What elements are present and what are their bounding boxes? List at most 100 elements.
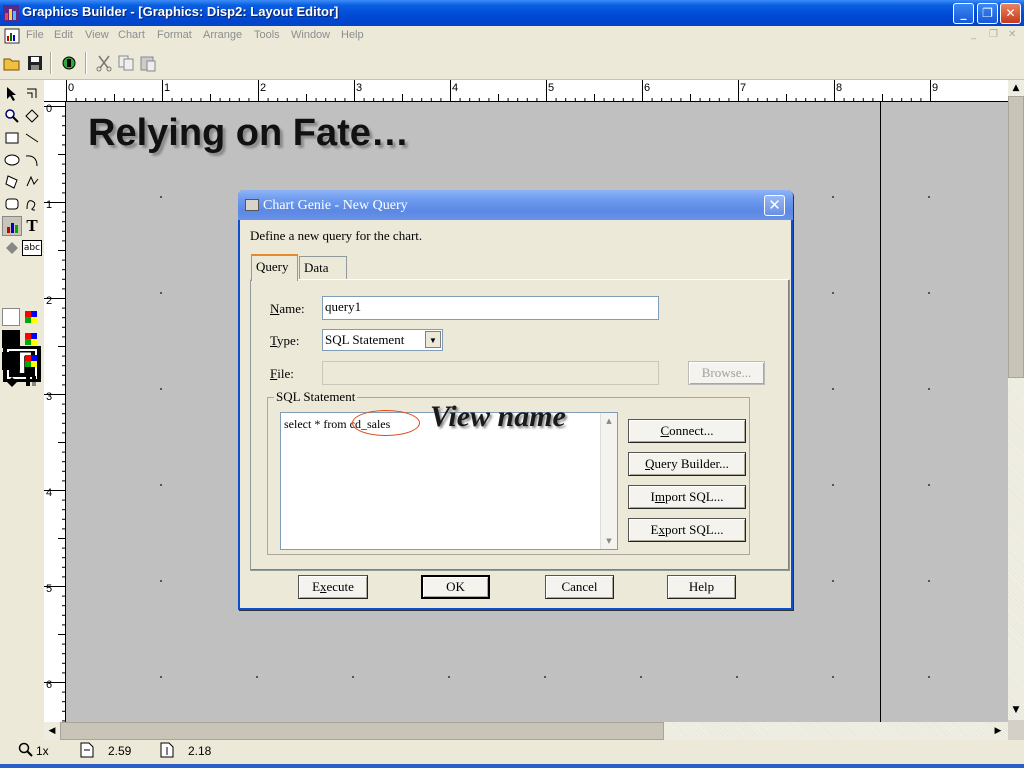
y-position-value: 2.18 — [188, 744, 212, 758]
freehand-tool-icon[interactable] — [22, 194, 42, 214]
menu-view[interactable]: View — [85, 29, 109, 41]
rounded-rect-tool-icon[interactable] — [2, 194, 22, 214]
name-field[interactable]: query1 — [322, 296, 659, 320]
magnify-icon[interactable] — [2, 106, 22, 126]
tab-data[interactable]: Data — [299, 256, 347, 280]
menu-arrange[interactable]: Arrange — [203, 29, 242, 41]
polyline-tool-icon[interactable] — [22, 172, 42, 192]
page-boundary — [880, 102, 881, 722]
horizontal-ruler: 0 1 2 3 4 5 6 7 8 9 — [44, 80, 1008, 102]
dialog-window-icon — [245, 199, 259, 211]
open-folder-icon[interactable] — [3, 54, 21, 72]
menu-edit[interactable]: Edit — [54, 29, 73, 41]
file-label-text: ile: — [277, 366, 294, 381]
dialog-close-button[interactable]: ✕ — [764, 195, 785, 216]
name-label: Name: — [270, 301, 305, 317]
execute-prefix: E — [312, 579, 321, 594]
grid-dot — [448, 676, 450, 678]
export-sql-button[interactable]: Export SQL... — [628, 518, 746, 542]
import-mnemonic: m — [654, 489, 665, 504]
line-tool-icon[interactable] — [22, 128, 42, 148]
ellipse-tool-icon[interactable] — [2, 150, 22, 170]
fill-color-swatch[interactable] — [2, 308, 20, 326]
text-color-swatch[interactable] — [2, 352, 20, 370]
type-select[interactable]: SQL Statement ▼ — [322, 329, 443, 351]
rotate-icon[interactable] — [22, 84, 42, 104]
restore-button[interactable]: ❐ — [977, 3, 998, 24]
scroll-left-icon[interactable]: ◀ — [44, 723, 60, 739]
ruler-label: 4 — [452, 82, 459, 94]
menu-window[interactable]: Window — [291, 29, 330, 41]
symbol-fill-icon[interactable] — [2, 372, 22, 392]
select-arrow-icon[interactable] — [2, 84, 22, 104]
scroll-up-icon[interactable]: ▲ — [1008, 80, 1024, 96]
vertical-ruler: 0 1 2 3 4 5 6 — [44, 102, 66, 722]
pattern-icon[interactable] — [22, 372, 42, 392]
symbol-tool-icon[interactable] — [2, 238, 22, 258]
scroll-down-icon[interactable]: ▼ — [1008, 702, 1024, 718]
tab-query[interactable]: Query — [251, 254, 298, 281]
execute-button[interactable]: Execute — [298, 575, 368, 599]
grid-dot — [160, 388, 162, 390]
line-color-icon[interactable] — [22, 330, 42, 350]
vertical-scrollbar[interactable]: ▲ ▼ — [1008, 80, 1024, 720]
grid-dot — [928, 388, 930, 390]
grid-dot — [928, 676, 930, 678]
file-label: File: — [270, 366, 294, 382]
polygon-tool-icon[interactable] — [2, 172, 22, 192]
menu-format[interactable]: Format — [157, 29, 192, 41]
connect-button[interactable]: Connect... — [628, 419, 746, 443]
chart-tool-icon[interactable] — [2, 216, 22, 236]
text-field-tool-icon[interactable]: abc — [22, 240, 42, 256]
file-field[interactable] — [322, 361, 659, 385]
text-color-icon[interactable] — [22, 352, 42, 372]
x-position-value: 2.59 — [108, 744, 132, 758]
scroll-right-icon[interactable]: ▶ — [990, 723, 1006, 739]
rectangle-tool-icon[interactable] — [2, 128, 22, 148]
vertical-scroll-thumb[interactable] — [1008, 96, 1024, 378]
grid-dot — [832, 676, 834, 678]
menu-help[interactable]: Help — [341, 29, 364, 41]
line-color-swatch[interactable] — [2, 330, 20, 348]
horizontal-scroll-thumb[interactable] — [60, 722, 664, 740]
cut-icon[interactable] — [95, 54, 113, 72]
arc-tool-icon[interactable] — [22, 150, 42, 170]
save-disk-icon[interactable] — [26, 54, 44, 72]
ruler-label: 7 — [740, 82, 747, 94]
connect-mnemonic: C — [660, 423, 670, 438]
sql-textarea-scrollbar[interactable]: ▲ ▼ — [600, 413, 617, 549]
paste-icon[interactable] — [139, 54, 157, 72]
menu-tools[interactable]: Tools — [254, 29, 280, 41]
import-sql-button[interactable]: Import SQL... — [628, 485, 746, 509]
close-button[interactable]: ✕ — [1000, 3, 1021, 24]
ruler-label: 2 — [260, 82, 267, 94]
text-tool-icon[interactable]: T — [22, 216, 42, 236]
ruler-label: 2 — [46, 295, 53, 307]
chevron-down-icon[interactable]: ▼ — [425, 331, 441, 348]
mdi-restore-button[interactable]: ❐ — [989, 29, 998, 40]
query-builder-button[interactable]: Query Builder... — [628, 452, 746, 476]
dialog-title-bar: Chart Genie - New Query ✕ — [238, 190, 793, 220]
mdi-close-button[interactable]: ✕ — [1008, 29, 1016, 40]
scroll-down-icon[interactable]: ▼ — [601, 533, 617, 549]
browse-button[interactable]: Browse... — [688, 361, 765, 385]
horizontal-scrollbar[interactable]: ◀ ▶ — [44, 722, 1008, 740]
ok-button[interactable]: OK — [421, 575, 490, 599]
query-builder-label: uery Builder... — [654, 456, 729, 471]
slide-heading[interactable]: Relying on Fate… — [88, 112, 409, 155]
run-icon[interactable] — [60, 54, 78, 72]
reshape-icon[interactable] — [22, 106, 42, 126]
help-button[interactable]: Help — [667, 575, 736, 599]
cancel-button[interactable]: Cancel — [545, 575, 614, 599]
ruler-label: 5 — [46, 583, 53, 595]
mdi-minimize-button[interactable]: _ — [971, 29, 976, 40]
minimize-button[interactable]: _ — [953, 3, 974, 24]
grid-dot — [160, 484, 162, 486]
taskbar-edge — [0, 764, 1024, 768]
fill-color-icon[interactable] — [22, 308, 42, 328]
document-chart-icon[interactable] — [4, 28, 20, 44]
menu-chart[interactable]: Chart — [118, 29, 145, 41]
menu-file[interactable]: File — [26, 29, 44, 41]
scroll-up-icon[interactable]: ▲ — [601, 413, 617, 429]
copy-icon[interactable] — [117, 54, 135, 72]
